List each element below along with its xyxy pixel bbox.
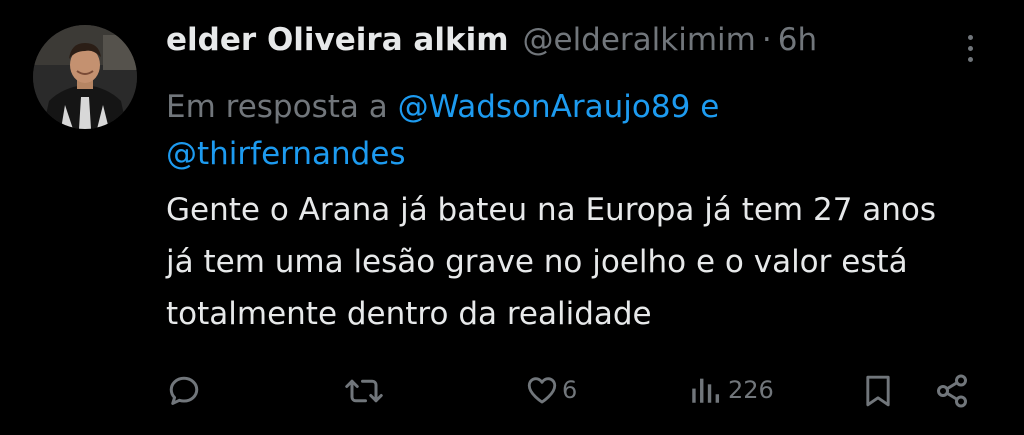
bookmark-button[interactable] (862, 373, 894, 409)
reply-prefix: Em resposta a (166, 89, 388, 125)
avatar-photo (33, 25, 137, 129)
reply-context: Em resposta a @WadsonAraujo89 e @thirfern… (166, 84, 866, 178)
tweet-timestamp[interactable]: 6h (778, 22, 817, 58)
views-icon (692, 378, 720, 403)
tweet-text: Gente o Arana já bateu na Europa já tem … (166, 192, 937, 332)
like-button[interactable]: 6 (525, 373, 577, 407)
author-handle[interactable]: @elderalkimim (523, 22, 756, 58)
like-count: 6 (562, 376, 578, 404)
heart-icon (527, 377, 557, 404)
more-options-icon[interactable] (958, 28, 982, 68)
reply-conjunction: e (700, 89, 720, 125)
retweet-icon (345, 379, 383, 403)
tweet-header: elder Oliveira alkim @elderalkimim · 6h (166, 22, 966, 66)
author-name[interactable]: elder Oliveira alkim (166, 22, 509, 58)
views-button[interactable]: 226 (688, 373, 774, 407)
reply-button[interactable] (166, 373, 202, 409)
retweet-button[interactable] (344, 373, 384, 409)
bookmark-icon (866, 375, 890, 407)
views-count: 226 (728, 376, 774, 404)
mention-link-1[interactable]: @WadsonAraujo89 (398, 89, 691, 125)
mention-link-2[interactable]: @thirfernandes (166, 136, 406, 172)
tweet-body: elder Oliveira alkim @elderalkimim · 6h … (166, 22, 966, 340)
separator-dot: · (761, 22, 772, 58)
action-bar: 6 226 (0, 369, 1024, 413)
share-icon (937, 374, 967, 408)
avatar[interactable] (33, 25, 137, 129)
share-button[interactable] (934, 373, 970, 409)
reply-icon (169, 376, 199, 405)
